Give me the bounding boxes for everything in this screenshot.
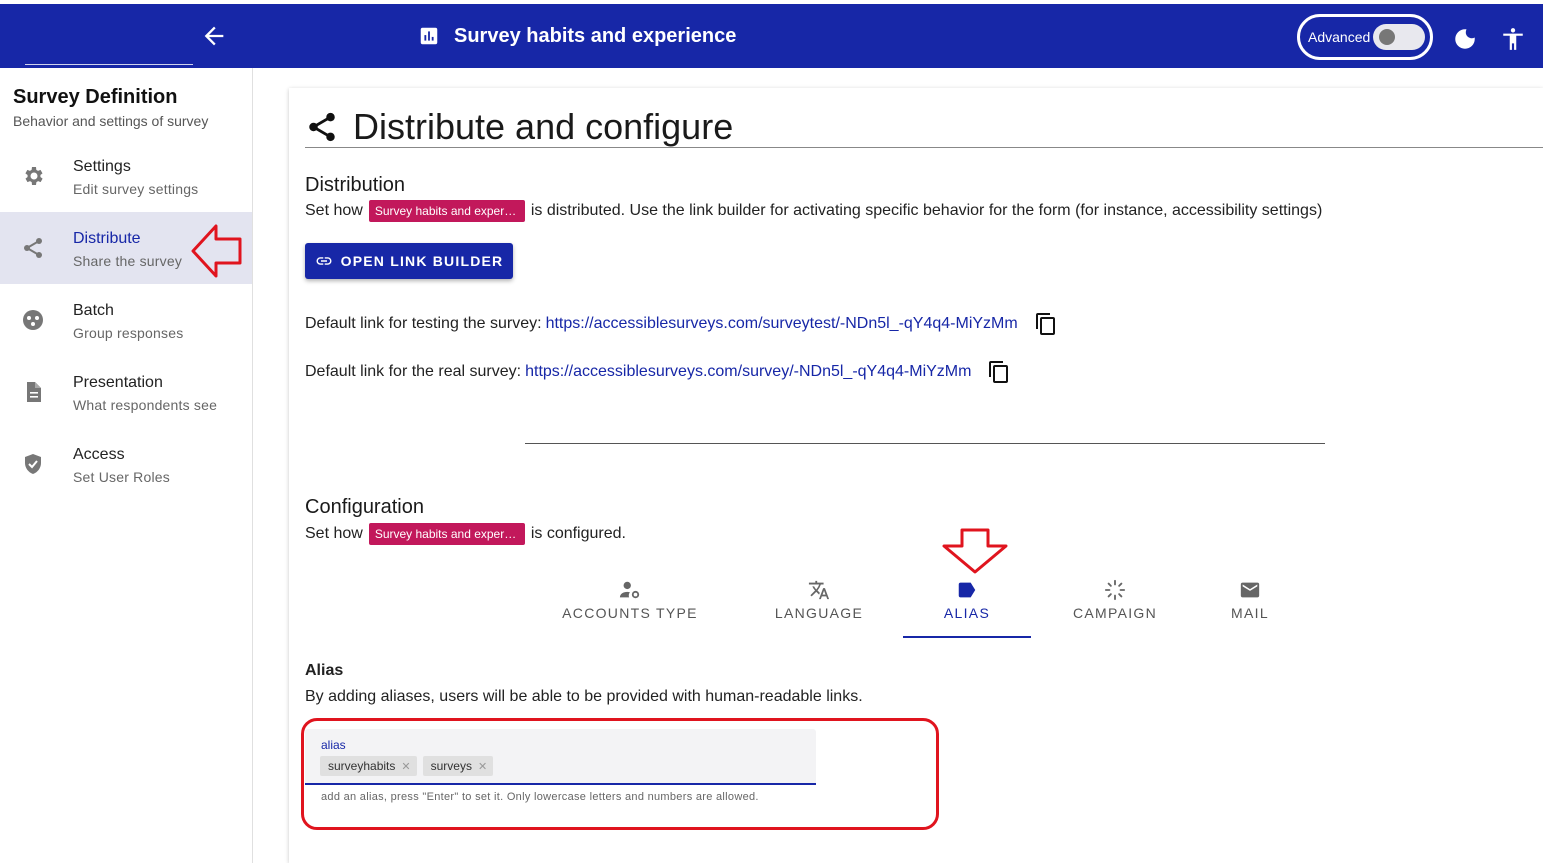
gear-icon xyxy=(25,167,43,185)
tab-language[interactable]: LANGUAGE xyxy=(755,576,883,638)
tab-accounts-type[interactable]: ACCOUNTS TYPE xyxy=(557,576,703,638)
tab-campaign[interactable]: CAMPAIGN xyxy=(1051,576,1179,638)
accessibility-icon[interactable] xyxy=(1500,26,1526,52)
distribution-title: Distribution xyxy=(305,174,406,196)
tab-label: MAIL xyxy=(1231,605,1269,621)
sidebar-item-access[interactable]: Access Set User Roles xyxy=(0,428,252,500)
link-icon xyxy=(316,257,332,265)
shield-icon xyxy=(25,454,41,474)
alias-chip-list: surveyhabits ✕ surveys ✕ xyxy=(320,756,494,776)
sidebar-item-label: Access xyxy=(73,446,125,463)
sidebar-item-sublabel: Share the survey xyxy=(73,253,183,269)
sidebar-item-sublabel: Group responses xyxy=(73,325,184,341)
document-icon xyxy=(27,382,41,402)
real-link-row: Default link for the real survey: https:… xyxy=(305,360,1011,384)
configuration-description: Set how Survey habits and experie... is … xyxy=(305,523,626,545)
app-bar: Survey habits and experience Advanced xyxy=(0,4,1543,68)
account-settings-icon xyxy=(619,581,640,599)
sidebar-title: Survey Definition xyxy=(13,86,178,108)
sidebar-item-sublabel: What respondents see xyxy=(73,397,218,413)
open-link-builder-label: OPEN LINK BUILDER xyxy=(340,253,504,269)
sidebar-item-label: Presentation xyxy=(73,374,163,391)
survey-name-chip: Survey habits and experie... xyxy=(368,200,525,222)
alias-description: By adding aliases, users will be able to… xyxy=(305,688,863,705)
test-link[interactable]: https://accessiblesurveys.com/surveytest… xyxy=(546,315,1018,333)
app-title-text: Survey habits and experience xyxy=(454,24,737,47)
sidebar-item-sublabel: Set User Roles xyxy=(73,469,170,485)
dark-mode-icon[interactable] xyxy=(1452,26,1478,52)
alias-input-field[interactable]: alias surveyhabits ✕ surveys ✕ xyxy=(305,729,816,785)
mail-icon xyxy=(1240,582,1260,598)
tab-label: ACCOUNTS TYPE xyxy=(562,605,698,621)
sidebar-item-sublabel: Edit survey settings xyxy=(73,181,199,197)
tab-alias[interactable]: ALIAS xyxy=(903,576,1031,638)
configuration-title: Configuration xyxy=(305,496,424,518)
alias-hint: add an alias, press "Enter" to set it. O… xyxy=(321,791,759,803)
share-icon xyxy=(24,238,42,258)
tab-label: ALIAS xyxy=(943,605,991,621)
campaign-icon xyxy=(1104,579,1126,601)
test-link-row: Default link for testing the survey: htt… xyxy=(305,312,1058,336)
label-icon xyxy=(958,582,976,598)
sidebar-item-label: Batch xyxy=(73,302,114,319)
back-arrow-icon[interactable] xyxy=(200,22,228,50)
bar-chart-icon xyxy=(420,27,438,45)
real-link-label: Default link for the real survey: xyxy=(305,363,522,380)
copy-icon[interactable] xyxy=(1034,312,1058,336)
survey-name-chip: Survey habits and experie... xyxy=(368,523,525,545)
sidebar-subtitle: Behavior and settings of survey xyxy=(13,113,209,129)
translate-icon xyxy=(808,580,830,600)
sidebar-header: Survey Definition Behavior and settings … xyxy=(13,86,208,129)
distribution-text-after: is distributed. Use the link builder for… xyxy=(530,202,1323,219)
alias-field-label: alias xyxy=(321,738,346,752)
sidebar-item-presentation[interactable]: Presentation What respondents see xyxy=(0,356,252,428)
configuration-text-before: Set how xyxy=(305,525,363,542)
alias-chip-text: surveys xyxy=(430,759,472,773)
sidebar-item-batch[interactable]: Batch Group responses xyxy=(0,284,252,356)
app-title: Survey habits and experience xyxy=(418,22,736,50)
alias-chip: surveyhabits ✕ xyxy=(320,756,417,776)
real-link[interactable]: https://accessiblesurveys.com/survey/-ND… xyxy=(525,363,971,381)
tab-label: LANGUAGE xyxy=(774,605,864,621)
config-tabs: ACCOUNTS TYPE LANGUAGE ALIAS CAMPAIGN MA… xyxy=(535,576,1295,638)
tab-mail[interactable]: MAIL xyxy=(1197,576,1303,638)
page-title-text: Distribute and configure xyxy=(353,106,734,147)
sidebar-item-label: Settings xyxy=(73,158,131,175)
configuration-text-after: is configured. xyxy=(530,525,626,542)
alias-chip: surveys ✕ xyxy=(422,756,494,776)
remove-chip-icon[interactable]: ✕ xyxy=(401,760,410,773)
title-divider xyxy=(305,147,1543,148)
advanced-label: Advanced xyxy=(1308,29,1371,45)
page-title: Distribute and configure xyxy=(305,106,733,148)
main-panel: Distribute and configure Distribution Se… xyxy=(289,88,1543,863)
section-divider xyxy=(525,443,1325,444)
test-link-label: Default link for testing the survey: xyxy=(305,315,542,332)
sidebar-item-settings[interactable]: Settings Edit survey settings xyxy=(0,140,252,212)
sidebar-item-distribute[interactable]: Distribute Share the survey xyxy=(0,212,252,284)
alias-title: Alias xyxy=(305,662,344,679)
open-link-builder-button[interactable]: OPEN LINK BUILDER xyxy=(305,243,513,279)
tab-label: CAMPAIGN xyxy=(1072,605,1158,621)
share-icon xyxy=(309,112,335,142)
advanced-toggle[interactable]: Advanced xyxy=(1297,14,1433,60)
remove-chip-icon[interactable]: ✕ xyxy=(478,760,487,773)
distribution-text-before: Set how xyxy=(305,202,363,219)
copy-icon[interactable] xyxy=(987,360,1011,384)
sidebar-item-label: Distribute xyxy=(73,230,141,247)
batch-icon xyxy=(23,310,43,330)
alias-chip-text: surveyhabits xyxy=(328,759,396,773)
switch-knob xyxy=(1379,29,1395,45)
distribution-description: Set how Survey habits and experie... is … xyxy=(305,200,1322,222)
advanced-switch[interactable] xyxy=(1373,24,1425,50)
sidebar: Survey Definition Behavior and settings … xyxy=(0,68,253,863)
logo-underline xyxy=(25,64,193,65)
